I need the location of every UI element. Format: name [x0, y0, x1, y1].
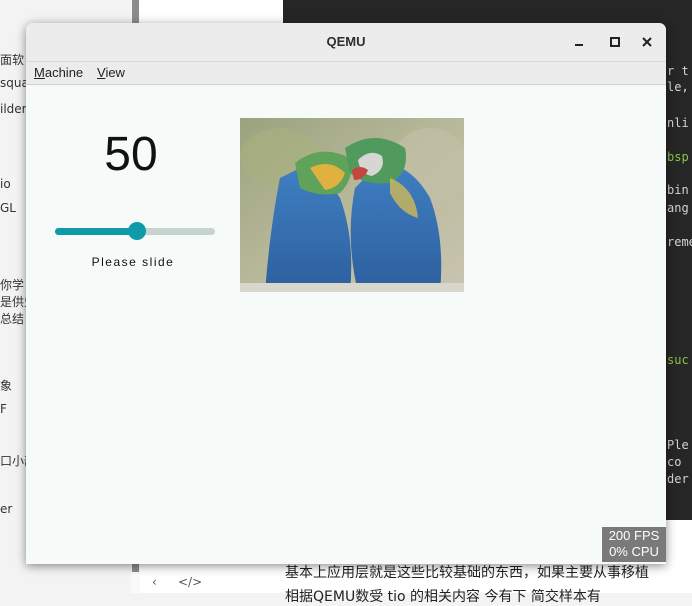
qemu-window: QEMU Machine View 50 Please slide: [26, 23, 666, 564]
chevron-left-icon[interactable]: ‹: [152, 575, 157, 589]
bg-text: GL: [0, 201, 16, 215]
menu-view[interactable]: View: [97, 65, 125, 80]
bg-code-text: nli: [667, 116, 689, 130]
bg-code-text: le,: [667, 80, 689, 94]
bg-text: squa: [0, 76, 29, 90]
minimize-button[interactable]: [569, 32, 589, 52]
bg-code-text: co: [667, 455, 682, 469]
menu-accel: M: [34, 65, 45, 80]
bg-code-text: suc: [667, 353, 689, 367]
bg-code-text: r t: [667, 64, 689, 78]
bg-code-text: bin: [667, 183, 689, 197]
bg-text: 象: [0, 379, 13, 393]
bg-text: io: [0, 177, 11, 191]
bg-article-text: 相据QEMU数受 tio 的相关内容 今有下 简交样本有: [285, 589, 601, 605]
slider-handle[interactable]: [128, 222, 146, 240]
slider-caption: Please slide: [91, 255, 175, 269]
fps-readout: 200 FPS: [608, 528, 660, 543]
fps-overlay: 200 FPS 0% CPU: [602, 527, 666, 562]
bg-text: F: [0, 402, 7, 416]
bg-code-text: der: [667, 472, 689, 486]
bg-code-text: reme: [667, 235, 692, 249]
bg-text: er: [0, 502, 13, 516]
close-icon: [642, 37, 652, 47]
parrot-image: [240, 118, 464, 292]
guest-display[interactable]: 50 Please slide: [26, 85, 666, 564]
maximize-icon: [610, 37, 620, 47]
bg-article-text: 基本上应用层就是这些比较基础的东西，如果主要从事移植: [285, 565, 649, 581]
menu-label: achine: [44, 65, 84, 80]
menu-machine[interactable]: Machine: [34, 65, 83, 80]
close-button[interactable]: [637, 32, 657, 52]
slider-fill: [55, 228, 137, 235]
bg-code-text: bsp: [667, 150, 689, 164]
maximize-button[interactable]: [604, 32, 624, 52]
code-icon[interactable]: </>: [178, 575, 202, 589]
minimize-icon: [575, 44, 583, 46]
menu-bar: Machine View: [26, 62, 666, 85]
bg-text: 你学: [0, 278, 25, 292]
title-bar[interactable]: QEMU: [26, 23, 666, 62]
bg-text: ilder: [0, 102, 27, 116]
bg-text: 总结: [0, 312, 25, 326]
menu-label: iew: [105, 65, 125, 80]
bg-code-text: ang: [667, 201, 689, 215]
slider-value-label: 50: [104, 128, 158, 181]
background-toolbar: ‹ </>: [140, 573, 280, 593]
bg-text: 面软: [0, 53, 25, 67]
bg-code-text: Ple: [667, 438, 689, 452]
cpu-readout: 0% CPU: [609, 544, 659, 559]
